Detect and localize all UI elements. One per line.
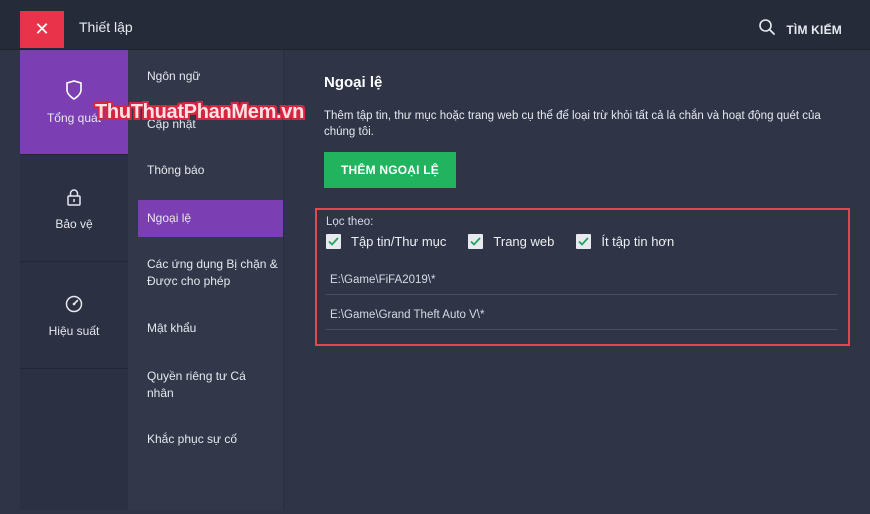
add-exception-button[interactable]: THÊM NGOẠI LỆ — [324, 152, 456, 188]
nav-item-label: Bảo vệ — [55, 216, 93, 231]
subnav-item-passwords[interactable]: Mật khẩu — [138, 320, 283, 337]
exception-path-row[interactable]: E:\Game\Grand Theft Auto V\* — [326, 300, 837, 330]
filter-fewer-files[interactable]: Ít tập tin hơn — [576, 234, 674, 249]
close-icon: ✕ — [34, 19, 50, 39]
page-title: Ngoại lệ — [324, 74, 383, 91]
subnav-item-blocked-apps[interactable]: Các ứng dụng Bị chặn & Được cho phép — [138, 256, 278, 290]
shield-icon — [65, 79, 83, 103]
checkbox-checked-icon[interactable] — [576, 234, 592, 249]
search-label: TÌM KIẾM — [786, 22, 842, 37]
filter-option-label: Tập tin/Thư mục — [351, 234, 447, 249]
nav-item-label: Tổng quát — [46, 110, 102, 125]
nav-item-label: Hiệu suất — [48, 323, 100, 338]
filter-files-folders[interactable]: Tập tin/Thư mục — [326, 234, 446, 249]
exception-path-row[interactable]: E:\Game\FiFA2019\* — [326, 265, 837, 295]
subnav-item-language[interactable]: Ngôn ngữ — [138, 68, 283, 85]
close-button[interactable]: ✕ — [20, 11, 64, 48]
page-description: Thêm tập tin, thư mục hoặc trang web cụ … — [324, 110, 821, 138]
exceptions-panel: Lọc theo: Tập tin/Thư mục Trang web Ít t… — [315, 208, 850, 346]
filter-websites[interactable]: Trang web — [468, 234, 554, 249]
subnav-item-privacy[interactable]: Quyền riêng tư Cá nhân — [138, 368, 258, 402]
title-bar: ✕ Thiết lập TÌM KIẾM — [0, 0, 870, 50]
window-title: Thiết lập — [79, 19, 133, 35]
gauge-icon — [65, 295, 83, 316]
filter-label: Lọc theo: — [326, 216, 374, 228]
subnav-item-notifications[interactable]: Thông báo — [138, 162, 283, 179]
checkbox-checked-icon[interactable] — [468, 234, 484, 249]
subnav-item-exceptions[interactable]: Ngoại lệ — [138, 200, 283, 237]
search-icon — [758, 18, 776, 41]
subnav-item-troubleshoot[interactable]: Khắc phục sự cố — [138, 431, 283, 448]
main-content: Ngoại lệ Thêm tập tin, thư mục hoặc tran… — [285, 50, 870, 510]
sub-nav: Ngôn ngữ Cập nhật Thông báo Ngoại lệ Các… — [128, 50, 284, 510]
left-nav: Tổng quát Bảo vệ Hiệu suất — [20, 50, 128, 510]
lock-icon — [66, 188, 82, 209]
checkbox-checked-icon[interactable] — [326, 234, 341, 249]
search-button[interactable]: TÌM KIẾM — [758, 18, 842, 41]
nav-item-performance[interactable]: Hiệu suất — [20, 264, 128, 369]
subnav-item-update[interactable]: Cập nhật — [138, 116, 283, 133]
filter-option-label: Ít tập tin hơn — [601, 234, 675, 249]
filter-option-label: Trang web — [493, 234, 555, 249]
filter-options: Tập tin/Thư mục Trang web Ít tập tin hơn — [326, 234, 674, 249]
nav-item-general[interactable]: Tổng quát — [20, 50, 128, 155]
nav-item-protection[interactable]: Bảo vệ — [20, 157, 128, 262]
